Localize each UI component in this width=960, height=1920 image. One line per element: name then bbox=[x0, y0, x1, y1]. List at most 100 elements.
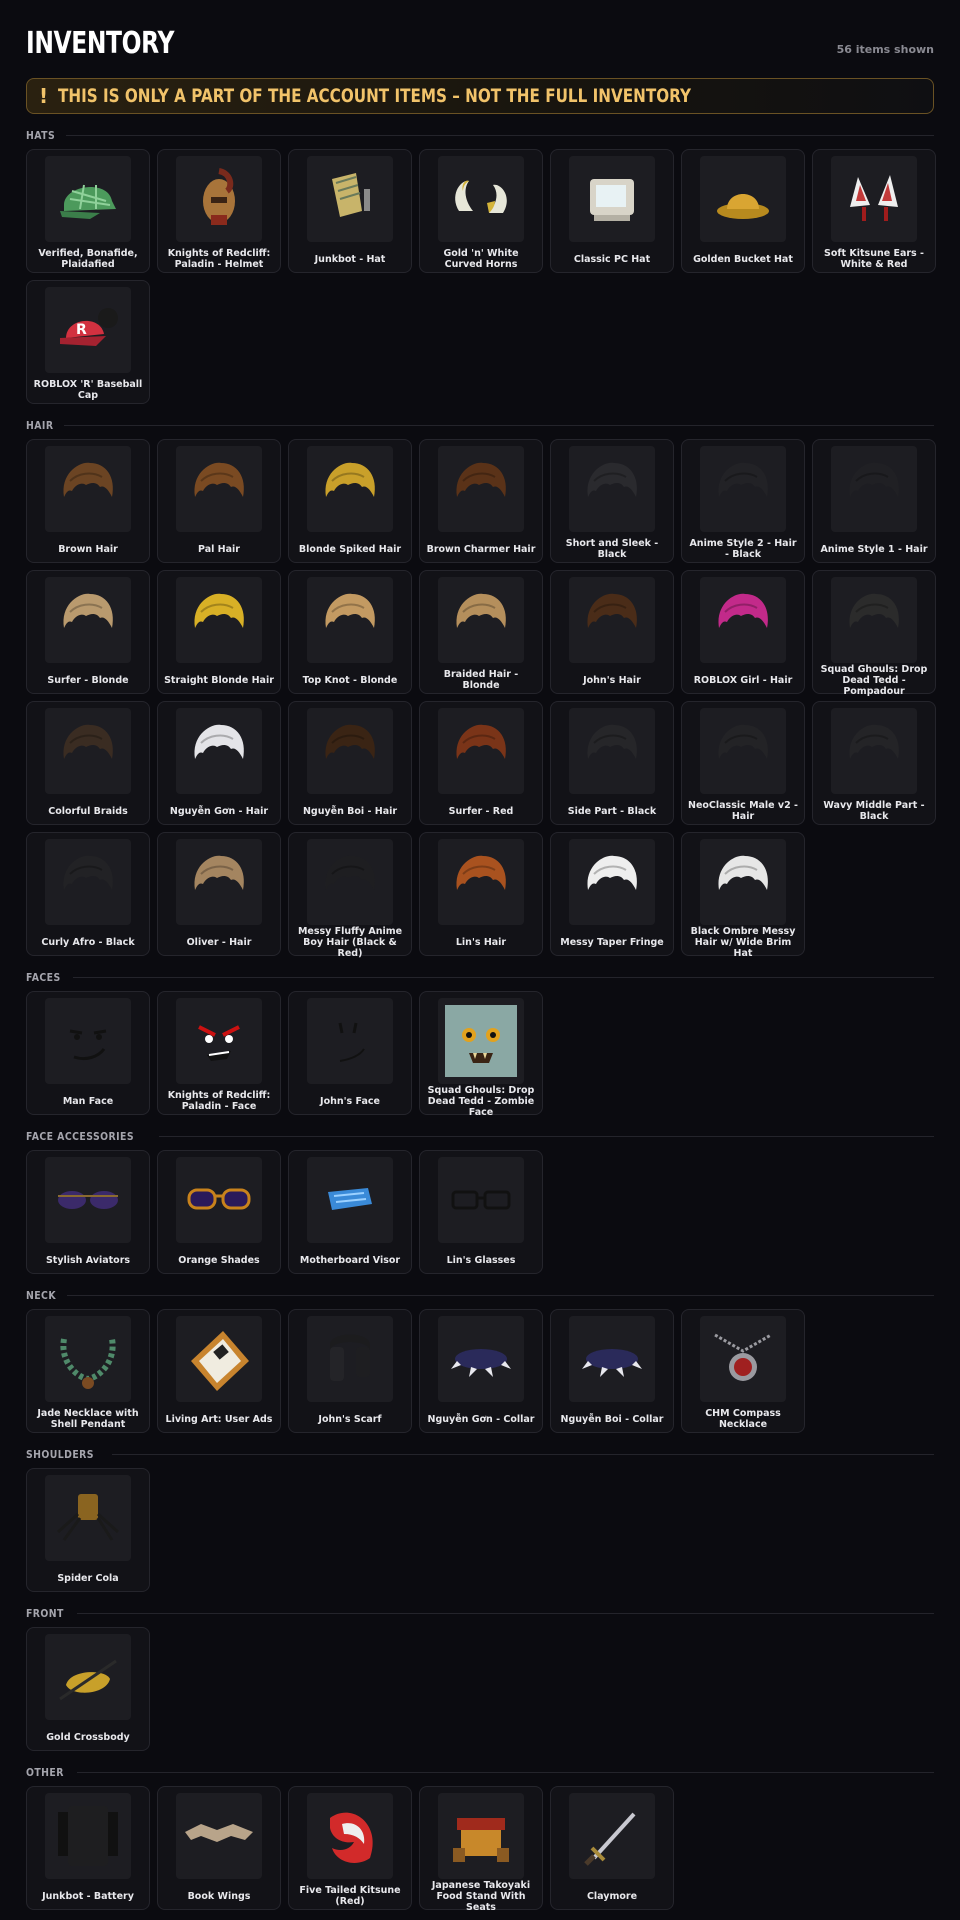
hair-icon bbox=[45, 708, 131, 794]
item-card[interactable]: Golden Bucket Hat bbox=[681, 149, 805, 273]
section-title: SHOULDERS bbox=[26, 1447, 94, 1461]
item-card[interactable]: Brown Charmer Hair bbox=[419, 439, 543, 563]
item-grid: Spider Cola bbox=[26, 1468, 934, 1592]
warning-banner: ! THIS IS ONLY A PART OF THE ACCOUNT ITE… bbox=[26, 78, 934, 114]
item-card[interactable]: Verified, Bonafide, Plaidafied bbox=[26, 149, 150, 273]
item-card[interactable]: Knights of Redcliff: Paladin - Helmet bbox=[157, 149, 281, 273]
item-name: Nguyễn Gơn - Hair bbox=[169, 805, 269, 817]
item-card[interactable]: Gold Crossbody bbox=[26, 1627, 150, 1751]
crossbody-bag-icon bbox=[45, 1634, 131, 1720]
item-card[interactable]: Surfer - Blonde bbox=[26, 570, 150, 694]
item-card[interactable]: John's Scarf bbox=[288, 1309, 412, 1433]
item-name: Black Ombre Messy Hair w/ Wide Brim Hat bbox=[690, 925, 796, 959]
kitsune-tails-icon bbox=[307, 1793, 393, 1879]
item-card[interactable]: Oliver - Hair bbox=[157, 832, 281, 956]
item-name: CHM Compass Necklace bbox=[705, 1408, 781, 1430]
item-card[interactable]: Surfer - Red bbox=[419, 701, 543, 825]
item-card[interactable]: Nguyễn Boi - Collar bbox=[550, 1309, 674, 1433]
section-hair: HAIR Brown Hair Pal Hair Blonde Spiked Hair… bbox=[26, 418, 936, 959]
item-card[interactable]: CHM Compass Necklace bbox=[681, 1309, 805, 1433]
section-divider bbox=[76, 1771, 934, 1773]
item-card[interactable]: Book Wings bbox=[157, 1786, 281, 1910]
horns-icon bbox=[438, 156, 524, 242]
item-card[interactable]: Nguyễn Gơn - Collar bbox=[419, 1309, 543, 1433]
item-card[interactable]: Spider Cola bbox=[26, 1468, 150, 1592]
item-name: Brown Hair bbox=[58, 543, 118, 555]
item-card[interactable]: Blonde Spiked Hair bbox=[288, 439, 412, 563]
item-name: Nguyễn Gơn - Collar bbox=[427, 1413, 535, 1425]
item-card[interactable]: Curly Afro - Black bbox=[26, 832, 150, 956]
item-card[interactable]: Orange Shades bbox=[157, 1150, 281, 1274]
item-card[interactable]: Knights of Redcliff: Paladin - Face bbox=[157, 991, 281, 1115]
visor-icon bbox=[307, 1157, 393, 1243]
item-card[interactable]: Lin's Glasses bbox=[419, 1150, 543, 1274]
hair-icon bbox=[438, 708, 524, 794]
hair-icon bbox=[307, 839, 393, 925]
item-card[interactable]: Nguyễn Boi - Hair bbox=[288, 701, 412, 825]
item-card[interactable]: Side Part - Black bbox=[550, 701, 674, 825]
item-card[interactable]: Messy Taper Fringe bbox=[550, 832, 674, 956]
item-card[interactable]: Wavy Middle Part - Black bbox=[812, 701, 936, 825]
item-card[interactable]: Living Art: User Ads bbox=[157, 1309, 281, 1433]
item-name: Squad Ghouls: Drop Dead Tedd - Zombie Fa… bbox=[427, 1084, 535, 1118]
item-card[interactable]: Man Face bbox=[26, 991, 150, 1115]
item-card[interactable]: Straight Blonde Hair bbox=[157, 570, 281, 694]
item-card[interactable]: Claymore bbox=[550, 1786, 674, 1910]
item-card[interactable]: Lin's Hair bbox=[419, 832, 543, 956]
item-card[interactable]: Anime Style 1 - Hair bbox=[812, 439, 936, 563]
item-name: Colorful Braids bbox=[48, 805, 128, 817]
item-name: Nguyễn Boi - Hair bbox=[302, 805, 398, 817]
item-card[interactable]: R ROBLOX 'R' Baseball Cap bbox=[26, 280, 150, 404]
item-card[interactable]: Junkbot - Hat bbox=[288, 149, 412, 273]
header: INVENTORY 56 items shown bbox=[26, 26, 934, 60]
item-name: Pal Hair bbox=[198, 543, 240, 555]
hair-icon bbox=[700, 577, 786, 663]
section-header: SHOULDERS bbox=[26, 1447, 934, 1461]
item-card[interactable]: Jade Necklace with Shell Pendant bbox=[26, 1309, 150, 1433]
item-card[interactable]: Colorful Braids bbox=[26, 701, 150, 825]
item-card[interactable]: Motherboard Visor bbox=[288, 1150, 412, 1274]
item-card[interactable]: Pal Hair bbox=[157, 439, 281, 563]
item-card[interactable]: Braided Hair - Blonde bbox=[419, 570, 543, 694]
hair-icon bbox=[569, 577, 655, 663]
hair-icon bbox=[438, 446, 524, 532]
section-faces: FACES Man Face Knights of Redcliff: Paladi… bbox=[26, 970, 934, 1118]
item-card[interactable]: John's Hair bbox=[550, 570, 674, 694]
item-card[interactable]: Classic PC Hat bbox=[550, 149, 674, 273]
hair-icon bbox=[176, 708, 262, 794]
item-card[interactable]: Short and Sleek - Black bbox=[550, 439, 674, 563]
item-card[interactable]: NeoClassic Male v2 - Hair bbox=[681, 701, 805, 825]
item-name: Book Wings bbox=[187, 1890, 251, 1902]
item-card[interactable]: Nguyễn Gơn - Hair bbox=[157, 701, 281, 825]
item-card[interactable]: Squad Ghouls: Drop Dead Tedd - Zombie Fa… bbox=[419, 991, 543, 1118]
item-card[interactable]: Top Knot - Blonde bbox=[288, 570, 412, 694]
item-name: ROBLOX Girl - Hair bbox=[693, 674, 793, 686]
pc-hat-icon bbox=[569, 156, 655, 242]
hair-icon bbox=[831, 446, 917, 532]
item-card[interactable]: Anime Style 2 - Hair - Black bbox=[681, 439, 805, 563]
hair-icon bbox=[176, 839, 262, 925]
item-card[interactable]: Stylish Aviators bbox=[26, 1150, 150, 1274]
item-card[interactable]: Five Tailed Kitsune (Red) bbox=[288, 1786, 412, 1910]
item-name: Surfer - Blonde bbox=[47, 674, 129, 686]
hair-icon bbox=[307, 708, 393, 794]
item-grid: Jade Necklace with Shell Pendant Living A… bbox=[26, 1309, 934, 1433]
item-card[interactable]: Soft Kitsune Ears - White & Red bbox=[812, 149, 936, 273]
item-name: Gold Crossbody bbox=[46, 1731, 130, 1743]
item-card[interactable]: John's Face bbox=[288, 991, 412, 1115]
item-name: Japanese Takoyaki Food Stand With Seats bbox=[431, 1879, 531, 1913]
item-card[interactable]: Brown Hair bbox=[26, 439, 150, 563]
wings-icon bbox=[176, 1793, 262, 1879]
scarf-icon bbox=[307, 1316, 393, 1402]
hair-icon bbox=[307, 446, 393, 532]
item-card[interactable]: Gold 'n' White Curved Horns bbox=[419, 149, 543, 273]
item-name: Straight Blonde Hair bbox=[164, 674, 274, 686]
battery-icon bbox=[45, 1793, 131, 1879]
item-card[interactable]: Squad Ghouls: Drop Dead Tedd - Pompadour bbox=[812, 570, 936, 697]
item-card[interactable]: Messy Fluffy Anime Boy Hair (Black & Red… bbox=[288, 832, 412, 959]
item-card[interactable]: Japanese Takoyaki Food Stand With Seats bbox=[419, 1786, 543, 1913]
item-card[interactable]: Junkbot - Battery bbox=[26, 1786, 150, 1910]
item-card[interactable]: ROBLOX Girl - Hair bbox=[681, 570, 805, 694]
item-card[interactable]: Black Ombre Messy Hair w/ Wide Brim Hat bbox=[681, 832, 805, 959]
compass-necklace-icon bbox=[700, 1316, 786, 1402]
